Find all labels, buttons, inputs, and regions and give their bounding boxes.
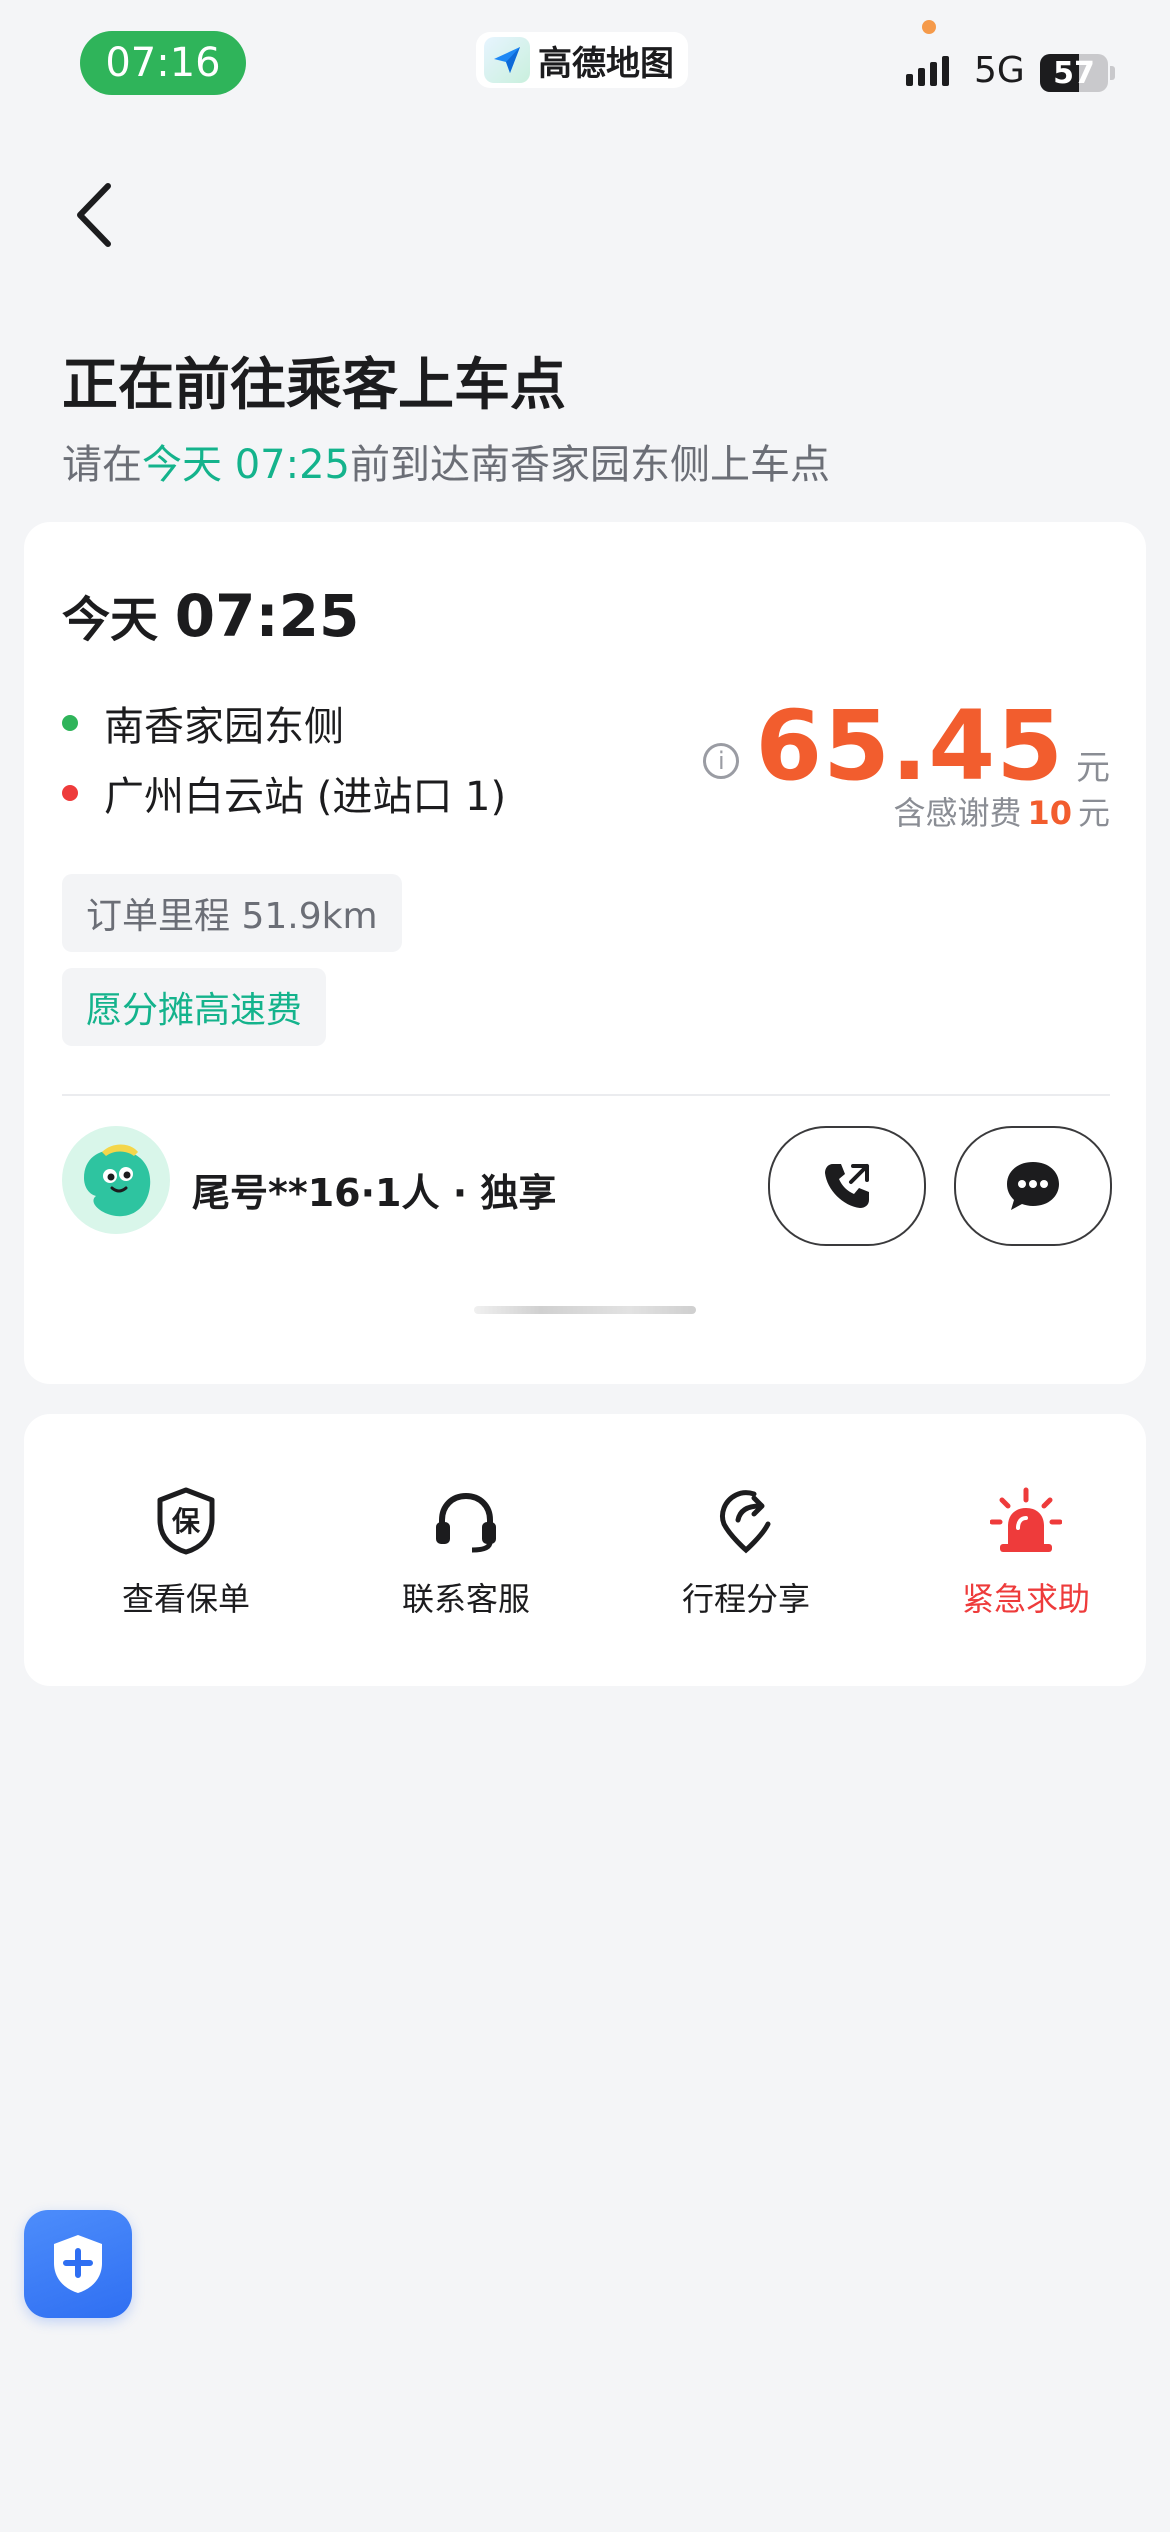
fare: i 65.45 元 — [703, 690, 1110, 802]
back-button[interactable] — [58, 170, 130, 260]
divider — [62, 1094, 1110, 1096]
share-location-icon — [720, 1490, 771, 1554]
subtitle-suffix: 前到达南香家园东侧上车点 — [350, 442, 830, 488]
chat-bubble-icon — [1007, 1162, 1059, 1210]
alarm-siren-icon — [990, 1487, 1062, 1552]
order-day: 今天 — [62, 592, 159, 648]
view-policy-button[interactable]: 保 查看保单 — [86, 1486, 286, 1620]
signal-icon — [906, 56, 949, 86]
trip-share-label: 行程分享 — [681, 1580, 810, 1618]
passenger-info: 尾号**16·1人 · 独享 — [192, 1171, 557, 1215]
thanks-fee-amount: 10 — [1027, 794, 1072, 832]
order-time: 今天 07:25 — [62, 580, 359, 650]
actions-card: 保 查看保单 联系客服 行程分享 紧急求助 — [24, 1414, 1146, 1686]
amap-logo-icon — [484, 37, 530, 83]
info-icon[interactable]: i — [703, 743, 740, 779]
route-end-label: 广州白云站 (进站口 1) — [104, 774, 507, 820]
contact-support-label: 联系客服 — [401, 1580, 530, 1618]
battery-icon: 57 — [1040, 54, 1108, 92]
safety-shield-icon — [54, 2235, 102, 2293]
contact-support-button[interactable]: 联系客服 — [366, 1486, 566, 1620]
thanks-fee: 含感谢费 10 元 — [893, 788, 1110, 834]
status-bar: 07:16 高德地图 5G 57 — [0, 0, 1170, 130]
insurance-shield-icon: 保 — [157, 1487, 215, 1555]
start-dot-icon — [62, 715, 78, 731]
route-start-label: 南香家园东侧 — [104, 704, 344, 750]
thanks-fee-label: 含感谢费 — [893, 794, 1022, 832]
app-name: 高德地图 — [538, 43, 674, 84]
thanks-fee-unit: 元 — [1077, 794, 1110, 832]
network-label: 5G — [974, 50, 1025, 91]
fare-unit: 元 — [1076, 748, 1110, 788]
emergency-button[interactable]: 紧急求助 — [926, 1486, 1126, 1620]
privacy-indicator-icon — [922, 20, 936, 34]
subtitle-time: 今天 07:25 — [142, 442, 350, 488]
trip-share-button[interactable]: 行程分享 — [646, 1486, 846, 1620]
battery-cap — [1110, 66, 1115, 80]
app-indicator[interactable]: 高德地图 — [476, 32, 688, 88]
toll-share-tag: 愿分摊高速费 — [62, 968, 327, 1046]
svg-text:保: 保 — [172, 1505, 201, 1538]
subtitle-prefix: 请在 — [62, 442, 142, 488]
message-button[interactable] — [954, 1126, 1112, 1246]
drag-handle[interactable] — [474, 1306, 696, 1314]
passenger-avatar-icon — [84, 1144, 151, 1217]
chevron-left-icon — [77, 183, 111, 247]
phone-icon — [825, 1164, 869, 1208]
route-start: 南香家园东侧 — [62, 694, 344, 752]
end-dot-icon — [62, 785, 78, 801]
page-title: 正在前往乘客上车点 — [62, 353, 566, 418]
battery-percent: 57 — [1053, 55, 1095, 91]
order-card: 今天 07:25 南香家园东侧 广州白云站 (进站口 1) i 65.45 元 … — [24, 522, 1146, 1384]
call-button[interactable] — [768, 1126, 926, 1246]
route-end: 广州白云站 (进站口 1) — [62, 764, 506, 822]
safety-center-button[interactable] — [24, 2210, 132, 2318]
status-time[interactable]: 07:16 — [80, 31, 246, 95]
mileage-tag: 订单里程 51.9km — [62, 874, 402, 952]
fare-amount: 65.45 — [755, 690, 1064, 802]
avatar[interactable] — [62, 1126, 170, 1234]
page-subtitle: 请在今天 07:25前到达南香家园东侧上车点 — [62, 432, 830, 490]
emergency-label: 紧急求助 — [961, 1580, 1090, 1618]
headset-icon — [436, 1492, 496, 1553]
order-clock: 07:25 — [174, 582, 360, 650]
view-policy-label: 查看保单 — [121, 1580, 250, 1618]
